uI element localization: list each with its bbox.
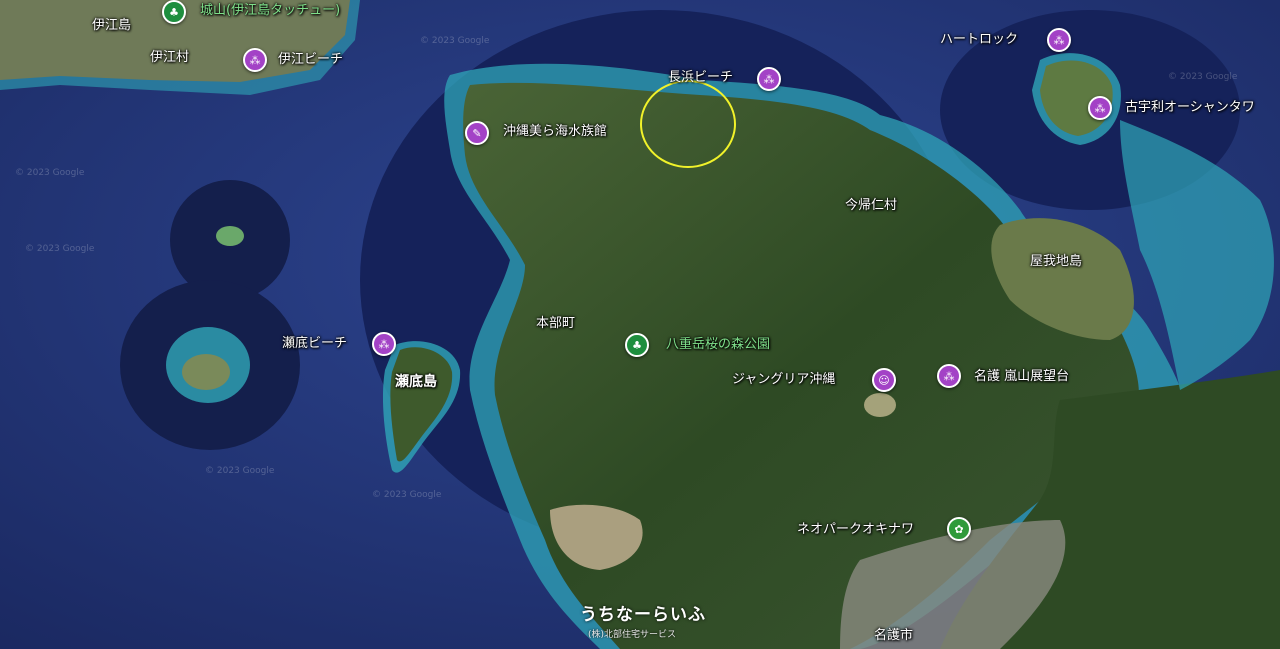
- place-label-kouri-ocean-tower[interactable]: 古宇利オーシャンタワ: [1125, 100, 1255, 116]
- attraction-pin-icon[interactable]: ⁂: [1088, 96, 1112, 120]
- place-label-shiroyama[interactable]: 城山(伊江島タッチュー): [200, 3, 340, 19]
- zoo-pin-icon[interactable]: ✿: [947, 517, 971, 541]
- map-watermark: © 2023 Google: [205, 466, 275, 476]
- park-pin-icon[interactable]: ♣: [625, 333, 649, 357]
- place-label-sesoko-island: 瀬底島: [395, 374, 437, 390]
- map-watermark: © 2023 Google: [372, 490, 442, 500]
- place-label-sesoko-beach[interactable]: 瀬底ビーチ: [282, 336, 347, 352]
- map-watermark: © 2023 Google: [25, 244, 95, 254]
- highlight-circle: [640, 80, 736, 168]
- attraction-pin-icon[interactable]: ⁂: [1047, 28, 1071, 52]
- place-label-nagahama-beach[interactable]: 長浜ビーチ: [668, 70, 733, 86]
- place-label-jungleria[interactable]: ジャングリア沖縄: [732, 372, 835, 388]
- place-label-yaedake[interactable]: 八重岳桜の森公園: [666, 337, 770, 353]
- place-label-motobu: 本部町: [536, 316, 576, 331]
- map-watermark: © 2023 Google: [420, 36, 490, 46]
- attraction-pin-icon[interactable]: ⁂: [243, 48, 267, 72]
- place-label-arashiyama[interactable]: 名護 嵐山展望台: [974, 369, 1069, 385]
- theme-park-pin-icon[interactable]: ☺: [872, 368, 896, 392]
- map-watermark: © 2023 Google: [1168, 72, 1238, 82]
- place-label-iejima: 伊江島: [92, 18, 132, 33]
- place-label-nago: 名護市: [874, 628, 914, 643]
- brand-subtitle: (株)北部住宅サービス: [588, 630, 677, 640]
- attraction-pin-icon[interactable]: ⁂: [937, 364, 961, 388]
- aquarium-pin-icon[interactable]: ✎: [465, 121, 489, 145]
- attraction-pin-icon[interactable]: ⁂: [372, 332, 396, 356]
- map-imagery: [0, 0, 1280, 649]
- place-label-yagaji: 屋我地島: [1030, 254, 1083, 269]
- place-label-heart-rock[interactable]: ハートロック: [940, 32, 1018, 48]
- place-label-ie-beach[interactable]: 伊江ビーチ: [278, 52, 343, 68]
- attraction-pin-icon[interactable]: ⁂: [757, 67, 781, 91]
- place-label-neopark[interactable]: ネオパークオキナワ: [797, 522, 914, 538]
- place-label-churaumi[interactable]: 沖縄美ら海水族館: [503, 124, 607, 140]
- map-watermark: © 2023 Google: [15, 168, 85, 178]
- place-label-nakijin: 今帰仁村: [845, 198, 898, 213]
- place-label-iemura: 伊江村: [150, 50, 190, 65]
- brand-logo: うちなーらいふ: [580, 605, 706, 625]
- park-pin-icon[interactable]: ♣: [162, 0, 186, 24]
- satellite-map[interactable]: © 2023 Google © 2023 Google © 2023 Googl…: [0, 0, 1280, 649]
